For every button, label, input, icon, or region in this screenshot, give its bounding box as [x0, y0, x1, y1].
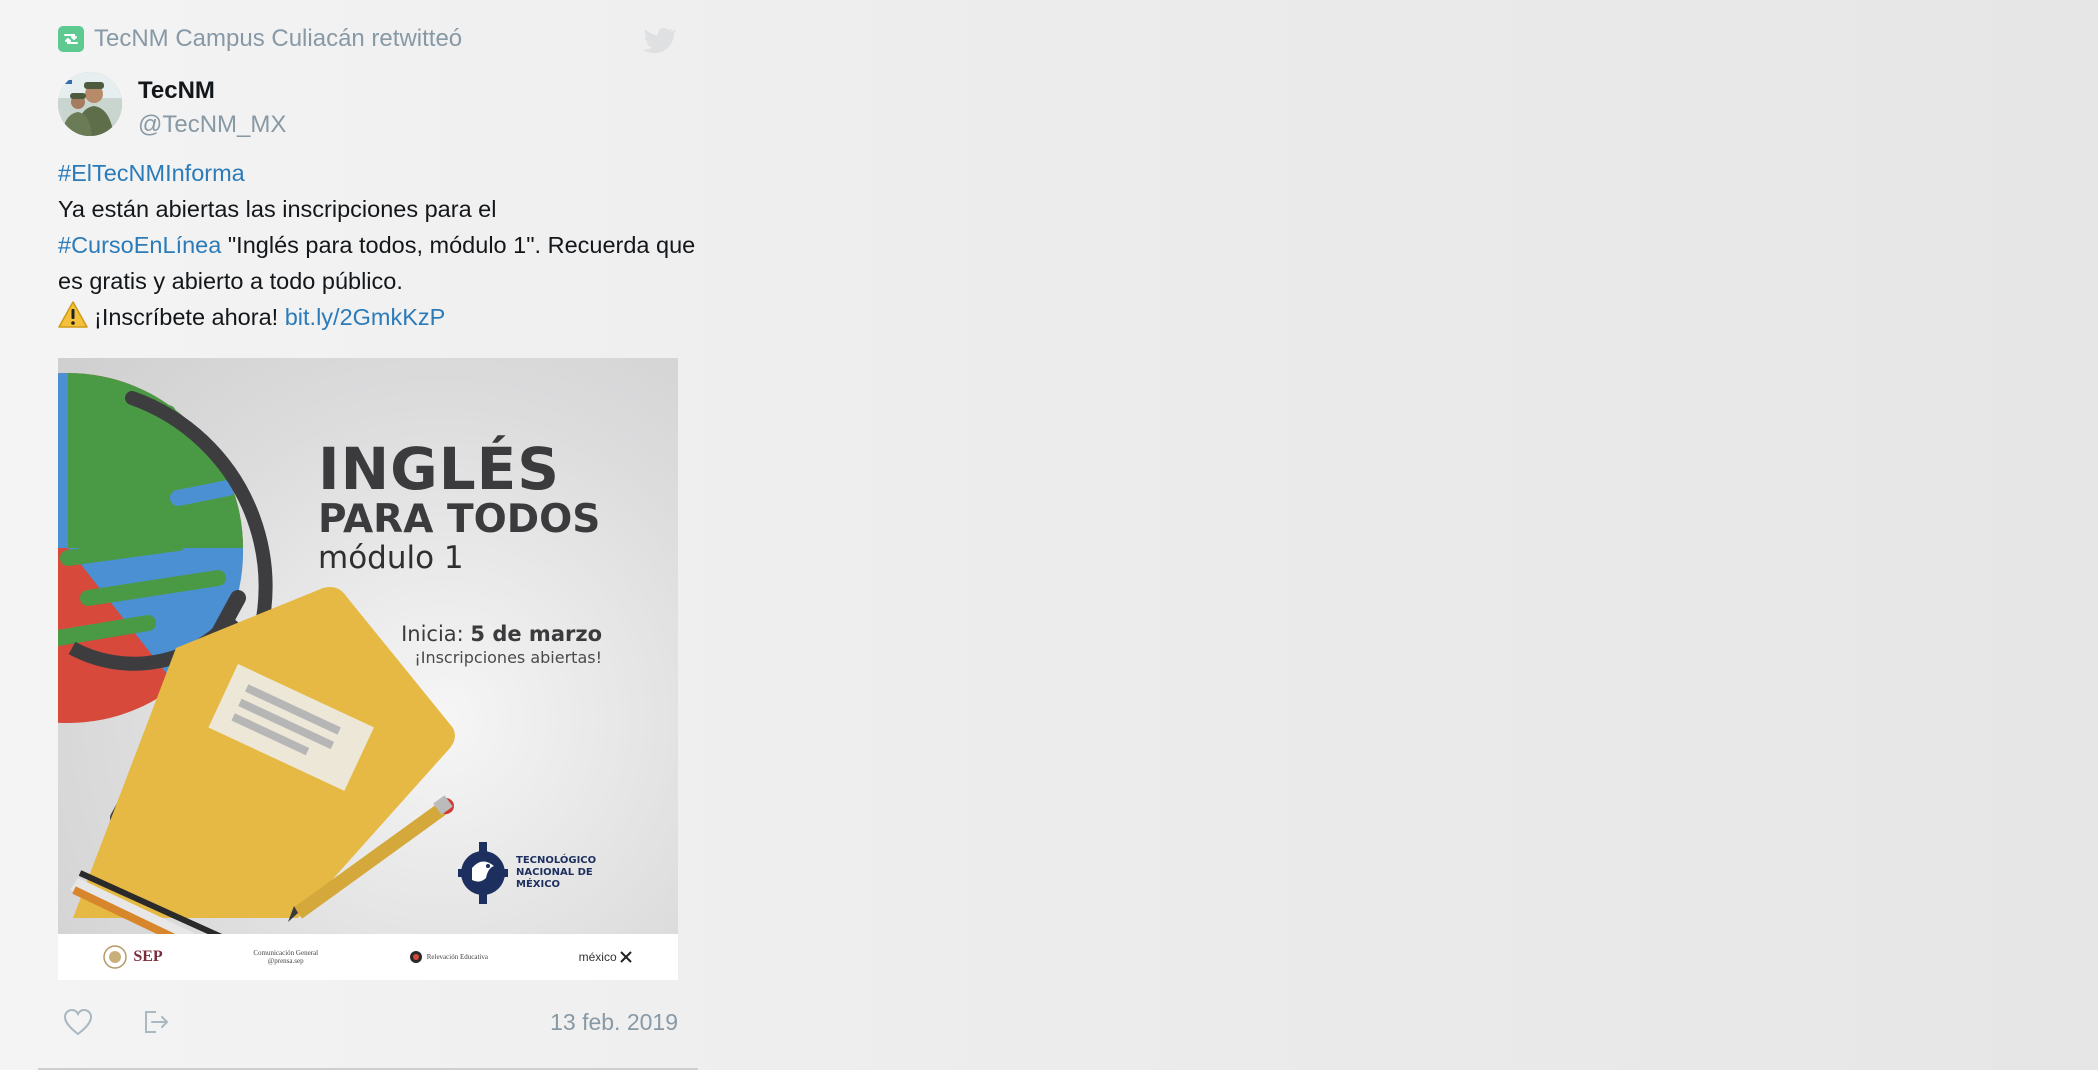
retweet-text[interactable]: TecNM Campus Culiacán retwitteó: [94, 25, 462, 53]
gear-eagle-icon: [458, 842, 508, 904]
warning-icon: [58, 301, 88, 328]
avatar[interactable]: [58, 72, 122, 136]
share-icon: [145, 1011, 168, 1033]
tweet-text: #ElTecNMInforma Ya están abiertas las in…: [58, 155, 698, 335]
bird-icon: [643, 28, 676, 54]
tweet-media-image[interactable]: INGLÉS PARA TODOS módulo 1 Inicia: 5 de …: [58, 358, 678, 980]
promo-start-value: 5 de marzo: [470, 622, 602, 646]
mexico-x-icon: [619, 951, 632, 963]
tweet-url-link[interactable]: bit.ly/2GmkKzP: [285, 304, 446, 330]
mexico-text: méxico: [578, 950, 617, 964]
author-display-name[interactable]: TecNM: [138, 74, 286, 108]
retweet-icon: [58, 26, 84, 52]
comm-line: Comunicación General: [253, 949, 319, 957]
promo-start-date: Inicia: 5 de marzo: [401, 620, 602, 648]
heart-icon: [63, 1008, 93, 1036]
circle-logo-icon: [409, 951, 422, 963]
tweet-author[interactable]: TecNM @TecNM_MX: [58, 72, 286, 142]
sep-text: SEP: [133, 948, 163, 965]
promo-start-label: Inicia:: [401, 622, 464, 646]
tweet-card[interactable]: TecNM Campus Culiacán retwitteó TecNM @T…: [38, 0, 698, 1070]
sponsor-strip: SEP Comunicación General @prensa.sep Rel…: [58, 934, 678, 980]
education-text: Relevación Educativa: [426, 953, 488, 961]
mexico-logo: méxico: [579, 950, 633, 964]
like-button[interactable]: [58, 1002, 98, 1042]
tecnm-logo: Tecnológico Nacional de México: [458, 838, 596, 908]
sep-logo: SEP: [103, 945, 163, 969]
tweet-date[interactable]: 13 feb. 2019: [550, 1000, 678, 1044]
tweet-line: ¡Inscríbete ahora!: [94, 304, 279, 330]
retweet-context: TecNM Campus Culiacán retwitteó: [58, 22, 462, 56]
author-handle[interactable]: @TecNM_MX: [138, 108, 286, 142]
education-logo: Relevación Educativa: [409, 950, 488, 964]
share-button[interactable]: [136, 1002, 176, 1042]
tweet-line: Ya están abiertas las inscripciones para…: [58, 196, 497, 222]
promo-module: módulo 1: [318, 540, 464, 576]
tecnm-logo-text: Tecnológico Nacional de México: [516, 855, 597, 890]
promo-open-text: ¡Inscripciones abiertas!: [414, 648, 602, 667]
tweet-actions: 13 feb. 2019: [58, 1000, 678, 1044]
promo-subtitle: PARA TODOS: [318, 497, 601, 542]
promo-title: INGLÉS: [318, 435, 561, 503]
comm-line: @prensa.sep: [267, 957, 304, 965]
hashtag-link[interactable]: #CursoEnLínea: [58, 232, 221, 258]
communication-logo: Comunicación General @prensa.sep: [253, 949, 318, 965]
hashtag-link[interactable]: #ElTecNMInforma: [58, 160, 245, 186]
seal-icon: [103, 945, 128, 969]
